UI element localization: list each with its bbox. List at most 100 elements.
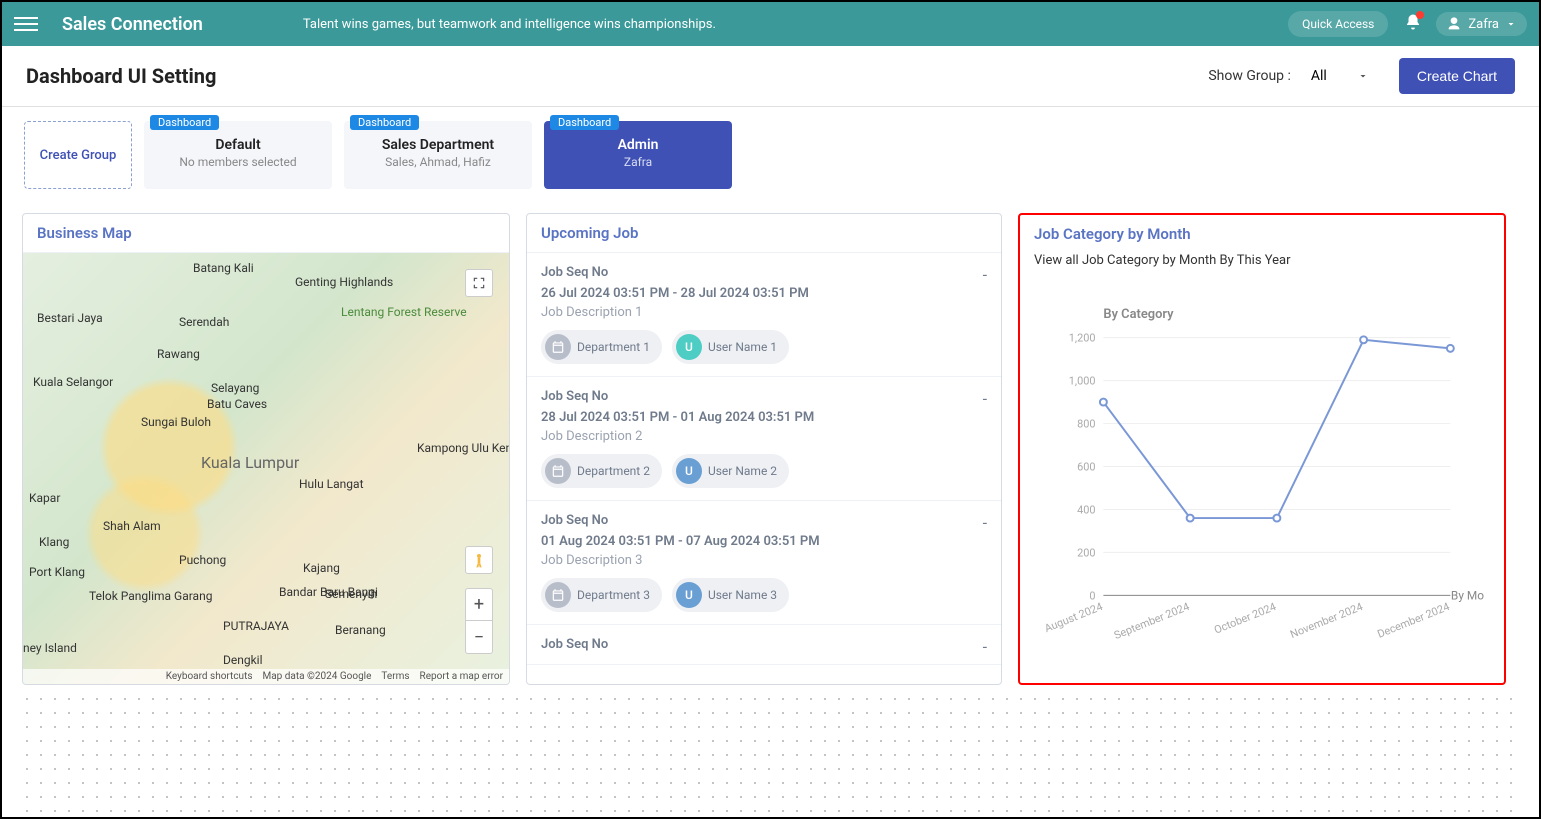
map-data-credit: Map data ©2024 Google bbox=[263, 671, 372, 682]
map-place-label: Telok Panglima Garang bbox=[89, 589, 212, 603]
user-name: User Name 1 bbox=[708, 340, 777, 354]
job-collapse-dash[interactable]: - bbox=[983, 513, 987, 532]
svg-text:November 2024: November 2024 bbox=[1288, 600, 1364, 641]
dashboard-group-card[interactable]: DashboardSales DepartmentSales, Ahmad, H… bbox=[344, 121, 532, 189]
user-name: User Name 2 bbox=[708, 464, 777, 478]
user-avatar-icon: U bbox=[676, 582, 702, 608]
map-pegman-button[interactable] bbox=[465, 546, 493, 574]
job-tags: Department 3 U User Name 3 bbox=[541, 578, 987, 612]
page-title: Dashboard UI Setting bbox=[26, 64, 1208, 88]
user-tag[interactable]: U User Name 2 bbox=[672, 454, 789, 488]
map-place-label: Kampong Ulu Kenaboi bbox=[417, 441, 510, 455]
panels-row: Business Map Batang Kali Genting Highlan… bbox=[2, 203, 1539, 703]
user-menu[interactable]: Zafra bbox=[1436, 12, 1527, 36]
svg-text:200: 200 bbox=[1077, 546, 1095, 559]
user-name: User Name 3 bbox=[708, 588, 777, 602]
user-tag[interactable]: U User Name 1 bbox=[672, 330, 789, 364]
job-description: Job Description 2 bbox=[541, 429, 987, 444]
chart-canvas: By Category02004006008001,0001,200August… bbox=[1020, 276, 1504, 685]
map-place-label: PUTRAJAYA bbox=[223, 619, 289, 633]
dotted-background bbox=[20, 692, 1521, 813]
map-place-label: Klang bbox=[39, 535, 69, 549]
map-place-label: Port Klang bbox=[29, 565, 85, 579]
dashboard-card-title: Admin bbox=[554, 137, 722, 153]
svg-text:1,000: 1,000 bbox=[1069, 375, 1096, 388]
job-collapse-dash[interactable]: - bbox=[983, 389, 987, 408]
show-group-value: All bbox=[1311, 68, 1327, 84]
map-canvas[interactable]: Batang Kali Genting Highlands Lentang Fo… bbox=[23, 253, 509, 684]
job-item[interactable]: Job Seq No-28 Jul 2024 03:51 PM - 01 Aug… bbox=[527, 377, 1001, 501]
map-place-label: Semenyih bbox=[325, 587, 377, 601]
user-avatar-icon: U bbox=[676, 334, 702, 360]
map-fullscreen-button[interactable] bbox=[465, 269, 493, 297]
map-place-label: Rawang bbox=[157, 347, 200, 361]
job-collapse-dash[interactable]: - bbox=[983, 265, 987, 284]
map-place-label: Hulu Langat bbox=[299, 477, 364, 491]
department-tag[interactable]: Department 3 bbox=[541, 578, 662, 612]
highlight-badge: 6 bbox=[1018, 213, 1020, 235]
job-seq-no: Job Seq No bbox=[541, 513, 987, 528]
dashboard-card-sub: Zafra bbox=[554, 155, 722, 169]
svg-text:By Category: By Category bbox=[1103, 307, 1174, 322]
dashboard-card-title: Default bbox=[154, 137, 322, 153]
show-group-select[interactable]: All bbox=[1301, 62, 1379, 90]
panel-header: Job Category by Month bbox=[1020, 215, 1504, 253]
user-tag[interactable]: U User Name 3 bbox=[672, 578, 789, 612]
map-keyboard-shortcuts[interactable]: Keyboard shortcuts bbox=[166, 671, 253, 682]
map-place-label: Lentang Forest Reserve bbox=[341, 305, 467, 319]
map-report-link[interactable]: Report a map error bbox=[420, 671, 503, 682]
page-header: Dashboard UI Setting Show Group : All Cr… bbox=[2, 46, 1539, 107]
svg-text:October 2024: October 2024 bbox=[1212, 600, 1278, 637]
dashboard-card-sub: No members selected bbox=[154, 155, 322, 169]
job-collapse-dash[interactable]: - bbox=[983, 637, 987, 656]
job-time: 26 Jul 2024 03:51 PM - 28 Jul 2024 03:51… bbox=[541, 286, 987, 301]
svg-text:September 2024: September 2024 bbox=[1112, 600, 1191, 642]
job-item[interactable]: Job Seq No-26 Jul 2024 03:51 PM - 28 Jul… bbox=[527, 253, 1001, 377]
create-group-button[interactable]: Create Group bbox=[24, 121, 132, 189]
chart-subtitle: View all Job Category by Month By This Y… bbox=[1020, 253, 1504, 276]
user-name: Zafra bbox=[1468, 17, 1499, 32]
jobs-list[interactable]: Job Seq No-26 Jul 2024 03:51 PM - 28 Jul… bbox=[527, 253, 1001, 684]
notifications-button[interactable] bbox=[1404, 13, 1422, 35]
group-cards-row: Create Group Dashboard Default No members … bbox=[2, 107, 1539, 203]
pegman-icon bbox=[471, 552, 487, 568]
dashboard-group-card[interactable]: DashboardDefaultNo members selected bbox=[144, 121, 332, 189]
topbar: Sales Connection Talent wins games, but … bbox=[2, 2, 1539, 46]
map-terms-link[interactable]: Terms bbox=[381, 671, 409, 682]
menu-icon[interactable] bbox=[14, 12, 38, 36]
map-place-label: Bestari Jaya bbox=[37, 311, 103, 325]
dashboard-badge: Dashboard bbox=[350, 115, 419, 130]
map-place-label: Shah Alam bbox=[103, 519, 161, 533]
tagline: Talent wins games, but teamwork and inte… bbox=[303, 17, 1288, 32]
upcoming-job-panel: Upcoming Job Job Seq No-26 Jul 2024 03:5… bbox=[526, 213, 1002, 685]
business-map-panel: Business Map Batang Kali Genting Highlan… bbox=[22, 213, 510, 685]
department-tag[interactable]: Department 1 bbox=[541, 330, 662, 364]
dashboard-card-title: Sales Department bbox=[354, 137, 522, 153]
dashboard-group-card[interactable]: DashboardAdminZafra bbox=[544, 121, 732, 189]
job-item[interactable]: Job Seq No-01 Aug 2024 03:51 PM - 07 Aug… bbox=[527, 501, 1001, 625]
svg-text:800: 800 bbox=[1077, 418, 1095, 431]
job-tags: Department 2 U User Name 2 bbox=[541, 454, 987, 488]
brand: Sales Connection bbox=[62, 14, 203, 35]
dashboard-badge: Dashboard bbox=[150, 115, 219, 130]
map-place-label: Puchong bbox=[179, 553, 226, 567]
map-place-label: Batang Kali bbox=[193, 261, 254, 275]
department-name: Department 2 bbox=[577, 464, 650, 478]
map-zoom-in-button[interactable]: + bbox=[466, 589, 492, 621]
map-place-label: Kuala Selangor bbox=[33, 375, 113, 389]
map-place-label: Batu Caves bbox=[207, 397, 267, 411]
department-tag[interactable]: Department 2 bbox=[541, 454, 662, 488]
dashboard-badge: Dashboard bbox=[550, 115, 619, 130]
map-place-label: Kuala Lumpur bbox=[201, 453, 299, 472]
quick-access-button[interactable]: Quick Access bbox=[1288, 11, 1388, 37]
job-item[interactable]: Job Seq No- bbox=[527, 625, 1001, 665]
panel-header: Business Map bbox=[23, 214, 509, 253]
calendar-icon bbox=[545, 582, 571, 608]
department-name: Department 1 bbox=[577, 340, 650, 354]
map-place-label: Sungai Buloh bbox=[141, 415, 211, 429]
panel-title: Upcoming Job bbox=[541, 224, 987, 242]
user-avatar-icon: U bbox=[676, 458, 702, 484]
map-place-label: Serendah bbox=[179, 315, 229, 329]
map-zoom-out-button[interactable]: − bbox=[466, 621, 492, 653]
create-chart-button[interactable]: Create Chart bbox=[1399, 58, 1515, 94]
